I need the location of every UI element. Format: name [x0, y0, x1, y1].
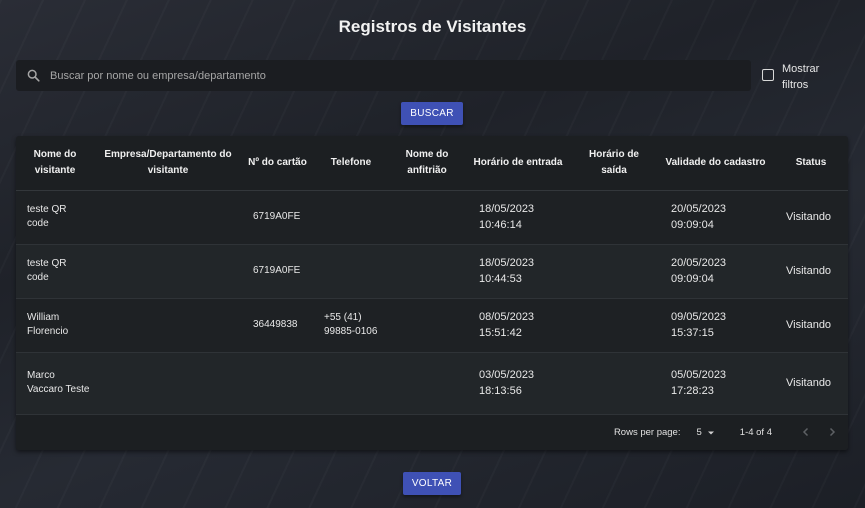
visitor-name-cell: teste QR code [16, 244, 94, 299]
show-filters-toggle[interactable]: Mostrar filtros [762, 61, 830, 93]
validity-cell: 20/05/2023 09:09:04 [657, 190, 774, 245]
table-row[interactable]: William Florencio 36449838 +55 (41) 9988… [16, 298, 848, 353]
table-row[interactable]: teste QR code 6719A0FE 18/05/2023 10:44:… [16, 244, 848, 299]
page-title: Registros de Visitantes [338, 17, 527, 36]
exit-time-cell [571, 352, 657, 415]
column-header[interactable]: Nome do visitante [16, 136, 94, 191]
validity-cell: 20/05/2023 09:09:04 [657, 244, 774, 299]
host-cell [389, 244, 465, 299]
visitor-name-cell: William Florencio [16, 298, 94, 353]
status-cell: Visitando [774, 298, 848, 353]
host-cell [389, 298, 465, 353]
company-cell [94, 298, 242, 353]
card-number-cell [242, 352, 313, 415]
chevron-right-icon[interactable] [822, 425, 842, 440]
phone-cell [313, 190, 389, 245]
card-number-cell: 6719A0FE [242, 190, 313, 245]
column-header[interactable]: Status [774, 136, 848, 191]
entry-time-cell: 08/05/2023 15:51:42 [465, 298, 571, 353]
column-header[interactable]: Telefone [313, 136, 389, 191]
phone-cell [313, 244, 389, 299]
search-button[interactable]: BUSCAR [401, 102, 463, 125]
rows-per-page-value: 5 [696, 427, 702, 438]
visitors-table: Nome do visitante Empresa/Departamento d… [16, 136, 848, 415]
table-row[interactable]: teste QR code 6719A0FE 18/05/2023 10:46:… [16, 190, 848, 245]
phone-cell [313, 352, 389, 415]
chevron-left-icon[interactable] [796, 425, 816, 440]
card-number-cell: 36449838 [242, 298, 313, 353]
host-cell [389, 190, 465, 245]
company-cell [94, 244, 242, 299]
exit-time-cell [571, 298, 657, 353]
pagination-range: 1-4 of 4 [739, 427, 772, 438]
entry-time-cell: 18/05/2023 10:46:14 [465, 190, 571, 245]
company-cell [94, 190, 242, 245]
column-header[interactable]: Validade do cadastro [657, 136, 774, 191]
status-cell: Visitando [774, 352, 848, 415]
search-bar[interactable] [16, 60, 751, 91]
column-header[interactable]: Nº do cartão [242, 136, 313, 191]
column-header[interactable]: Horário de saída [571, 136, 657, 191]
visitor-name-cell: teste QR code [16, 190, 94, 245]
rows-per-page-label: Rows per page: [613, 427, 681, 438]
status-cell: Visitando [774, 244, 848, 299]
visitors-table-card: Nome do visitante Empresa/Departamento d… [16, 136, 848, 450]
search-icon [16, 69, 50, 82]
show-filters-label: Mostrar filtros [782, 63, 820, 91]
validity-cell: 09/05/2023 15:37:15 [657, 298, 774, 353]
entry-time-cell: 18/05/2023 10:44:53 [465, 244, 571, 299]
exit-time-cell [571, 244, 657, 299]
table-pagination: Rows per page: 5 1-4 of 4 [16, 415, 848, 450]
rows-per-page-select[interactable]: 5 [696, 427, 715, 438]
table-row[interactable]: Marco Vaccaro Teste 03/05/2023 18:13:56 … [16, 352, 848, 415]
status-cell: Visitando [774, 190, 848, 245]
search-input[interactable] [50, 69, 751, 82]
column-header[interactable]: Empresa/Departamento do visitante [94, 136, 242, 191]
entry-time-cell: 03/05/2023 18:13:56 [465, 352, 571, 415]
column-header[interactable]: Nome do anfitrião [389, 136, 465, 191]
visitor-name-cell: Marco Vaccaro Teste [16, 352, 94, 415]
validity-cell: 05/05/2023 17:28:23 [657, 352, 774, 415]
back-button[interactable]: VOLTAR [403, 472, 461, 495]
show-filters-checkbox[interactable] [762, 69, 774, 81]
column-header[interactable]: Horário de entrada [465, 136, 571, 191]
caret-down-icon [707, 431, 714, 434]
company-cell [94, 352, 242, 415]
table-header-row: Nome do visitante Empresa/Departamento d… [16, 136, 848, 191]
card-number-cell: 6719A0FE [242, 244, 313, 299]
host-cell [389, 352, 465, 415]
phone-cell: +55 (41) 99885-0106 [313, 298, 389, 353]
exit-time-cell [571, 190, 657, 245]
